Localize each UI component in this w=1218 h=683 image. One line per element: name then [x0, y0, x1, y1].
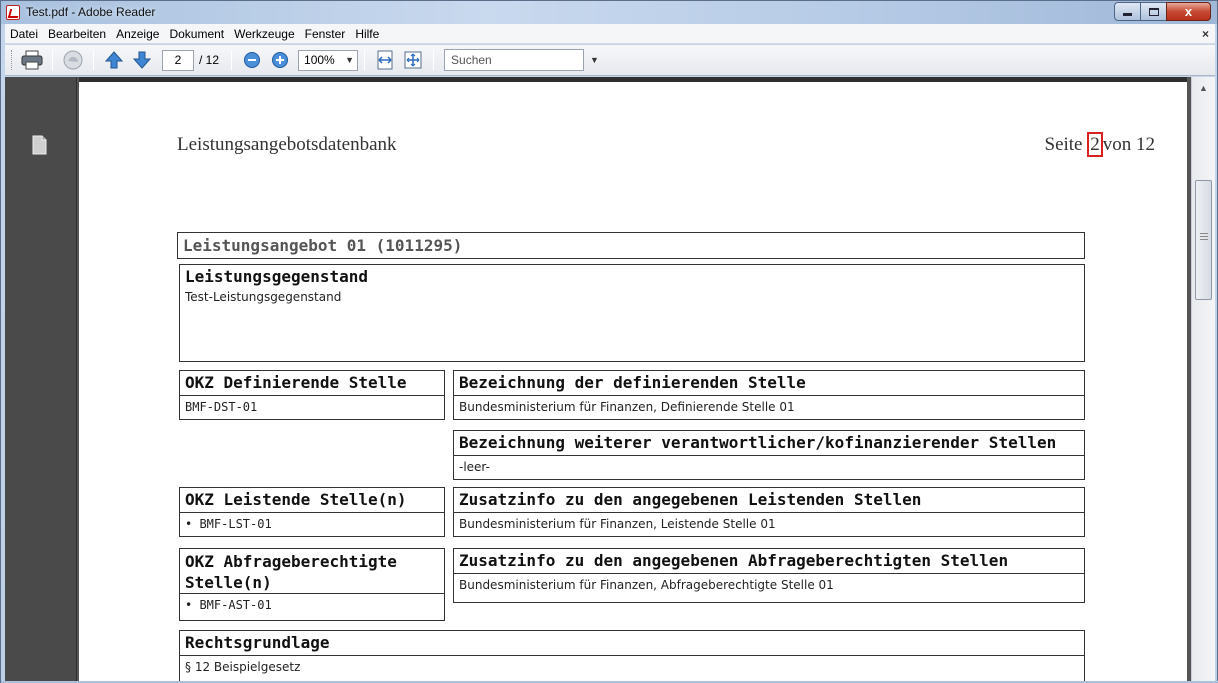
minimize-icon [1123, 13, 1132, 16]
pdf-page: Leistungsangebotsdatenbank Seite 2 von 12… [79, 77, 1187, 683]
ast-info-value: Bundesministerium für Finanzen, Abfrageb… [459, 578, 834, 592]
next-page-button[interactable] [130, 48, 154, 72]
toolbar-separator [93, 50, 94, 70]
grip-icon [1200, 233, 1208, 240]
menu-werkzeuge[interactable]: Werkzeuge [229, 27, 299, 41]
previous-page-button[interactable] [102, 48, 126, 72]
ast-info-heading: Zusatzinfo zu den angegebenen Abfrageber… [459, 551, 1009, 570]
fit-width-button[interactable] [373, 48, 397, 72]
zoom-out-icon [244, 52, 261, 68]
toolbar-separator [433, 50, 435, 70]
lst-info-box: Zusatzinfo zu den angegebenen Leistenden… [453, 487, 1085, 537]
okz-def-heading: OKZ Definierende Stelle [185, 373, 407, 392]
page-label-prefix: Seite [1044, 134, 1083, 155]
window-title: Test.pdf - Adobe Reader [26, 5, 156, 19]
search-options-chevron-icon[interactable]: ▼ [590, 55, 599, 65]
highlighted-page-number: 2 [1087, 132, 1103, 157]
pages-panel-icon[interactable] [31, 135, 47, 155]
other-bodies-box: Bezeichnung weiterer verantwortlicher/ko… [453, 430, 1085, 480]
scroll-up-arrow-icon[interactable]: ▲ [1195, 80, 1212, 96]
legal-basis-heading: Rechtsgrundlage [185, 633, 330, 652]
page-number-input[interactable]: 2 [162, 49, 194, 71]
lst-info-heading: Zusatzinfo zu den angegebenen Leistenden… [459, 490, 922, 509]
zoom-in-button[interactable] [268, 48, 292, 72]
okz-ast-heading-line2: Stelle(n) [185, 573, 272, 592]
menu-datei[interactable]: Datei [5, 27, 43, 41]
okz-ast-heading-line1: OKZ Abfrageberechtigte [185, 552, 397, 571]
fit-width-icon [377, 50, 393, 70]
page-total: / 12 [199, 53, 220, 67]
subject-value: Test-Leistungsgegenstand [185, 290, 342, 304]
window-controls: x [1114, 2, 1211, 21]
toolbar-grip[interactable] [11, 50, 14, 70]
vertical-scrollbar[interactable]: ▲ [1191, 77, 1215, 683]
share-button[interactable] [61, 48, 85, 72]
ast-info-box: Zusatzinfo zu den angegebenen Abfrageber… [453, 548, 1085, 603]
chevron-down-icon: ▼ [345, 54, 355, 65]
okz-lst-heading: OKZ Leistende Stelle(n) [185, 490, 407, 509]
menu-bearbeiten[interactable]: Bearbeiten [43, 27, 111, 41]
menu-bar: Datei Bearbeiten Anzeige Dokument Werkze… [5, 24, 1215, 44]
page-label-suffix: von 12 [1102, 134, 1155, 155]
def-name-box: Bezeichnung der definierenden Stelle Bun… [453, 370, 1085, 420]
title-bar: Test.pdf - Adobe Reader x [1, 1, 1217, 24]
document-view: Leistungsangebotsdatenbank Seite 2 von 12… [77, 77, 1191, 683]
offer-title-box: Leistungsangebot 01 (1011295) [177, 232, 1085, 259]
okz-ast-box: OKZ Abfrageberechtigte Stelle(n) • BMF-A… [179, 548, 445, 621]
zoom-out-button[interactable] [240, 48, 264, 72]
printer-icon [21, 50, 43, 70]
zoom-value: 100% [304, 52, 335, 67]
okz-lst-value: • BMF-LST-01 [185, 517, 272, 531]
okz-ast-value: • BMF-AST-01 [185, 598, 272, 612]
maximize-button[interactable] [1140, 2, 1167, 21]
zoom-in-icon [272, 52, 289, 68]
def-name-value: Bundesministerium für Finanzen, Definier… [459, 400, 795, 414]
other-bodies-value: -leer- [459, 460, 490, 474]
page-header-pagenum: Seite 2 von 12 [1044, 132, 1155, 157]
search-input[interactable]: Suchen [444, 49, 585, 71]
subject-heading: Leistungsgegenstand [185, 267, 369, 286]
fit-page-button[interactable] [401, 48, 425, 72]
print-button[interactable] [20, 48, 44, 72]
adobe-reader-icon [6, 5, 20, 20]
document-close-button[interactable]: × [1202, 27, 1209, 41]
toolbar: 2 / 12 100% ▼ Suchen ▼ [5, 45, 1215, 76]
other-bodies-heading: Bezeichnung weiterer verantwortlicher/ko… [459, 433, 1057, 452]
legal-basis-value: § 12 Beispielgesetz [185, 660, 301, 674]
menu-anzeige[interactable]: Anzeige [111, 27, 164, 41]
app-window: Test.pdf - Adobe Reader x Datei Bearbeit… [0, 0, 1218, 683]
legal-basis-box: Rechtsgrundlage § 12 Beispielgesetz [179, 630, 1085, 683]
arrow-down-icon [132, 51, 152, 69]
scrollbar-thumb[interactable] [1195, 180, 1212, 300]
toolbar-separator [231, 50, 233, 70]
okz-def-box: OKZ Definierende Stelle BMF-DST-01 [179, 370, 445, 420]
zoom-select[interactable]: 100% ▼ [298, 49, 359, 71]
okz-lst-box: OKZ Leistende Stelle(n) • BMF-LST-01 [179, 487, 445, 537]
maximize-icon [1148, 7, 1159, 16]
menu-fenster[interactable]: Fenster [300, 27, 351, 41]
lst-info-value: Bundesministerium für Finanzen, Leistend… [459, 517, 776, 531]
previous-page-edge [79, 77, 1187, 82]
toolbar-separator [52, 50, 53, 70]
menu-hilfe[interactable]: Hilfe [350, 27, 384, 41]
def-name-heading: Bezeichnung der definierenden Stelle [459, 373, 806, 392]
minimize-button[interactable] [1114, 2, 1141, 21]
subject-box: Leistungsgegenstand Test-Leistungsgegens… [179, 264, 1085, 362]
cloud-share-icon [63, 50, 83, 70]
toolbar-separator [364, 50, 366, 70]
page-header-title: Leistungsangebotsdatenbank [177, 134, 397, 155]
arrow-up-icon [104, 51, 124, 69]
menu-dokument[interactable]: Dokument [164, 27, 229, 41]
close-button[interactable]: x [1166, 2, 1211, 21]
navigation-pane [5, 77, 77, 683]
offer-title: Leistungsangebot 01 (1011295) [183, 236, 463, 255]
okz-def-value: BMF-DST-01 [185, 400, 258, 414]
fit-page-icon [404, 51, 422, 69]
